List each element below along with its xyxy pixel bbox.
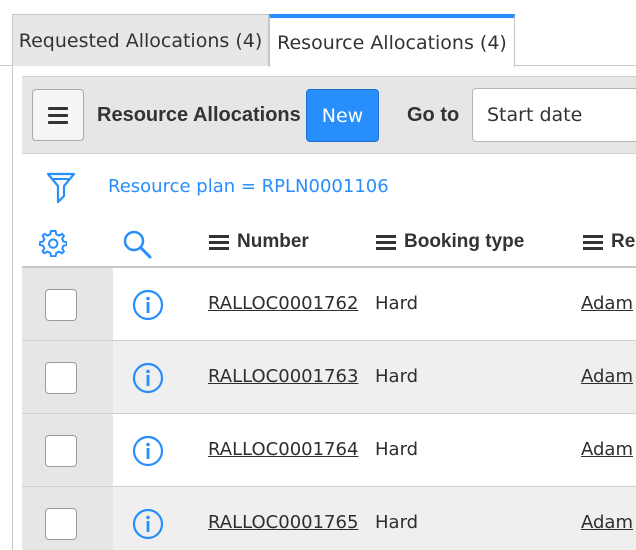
allocation-number-link[interactable]: RALLOC0001764 (208, 414, 358, 486)
new-button[interactable]: New (306, 89, 379, 142)
hamburger-menu-icon (48, 106, 68, 110)
table-body: RALLOC0001762 Hard Adam RALLOC0001763 Ha… (22, 268, 636, 550)
info-icon[interactable] (132, 362, 164, 394)
allocation-number-link[interactable]: RALLOC0001762 (208, 268, 358, 340)
list-title: Resource Allocations (97, 104, 301, 126)
list-menu-button[interactable] (32, 89, 84, 141)
tab-resource-allocations[interactable]: Resource Allocations (4) (269, 14, 515, 67)
table-row: RALLOC0001765 Hard Adam (22, 487, 636, 550)
row-checkbox[interactable] (45, 508, 77, 540)
gear-icon[interactable] (39, 229, 67, 257)
tab-requested-allocations[interactable]: Requested Allocations (4) (12, 14, 269, 66)
resource-link[interactable]: Adam (581, 268, 633, 340)
search-icon[interactable] (122, 229, 152, 259)
column-header-number[interactable]: Number (209, 216, 309, 268)
resource-link[interactable]: Adam (581, 414, 633, 486)
column-menu-icon[interactable] (209, 234, 229, 250)
column-header-booking-type[interactable]: Booking type (376, 216, 524, 268)
goto-select[interactable]: Start date (472, 88, 636, 142)
list-panel: Resource Allocations New Go to Start dat… (12, 66, 636, 550)
info-icon[interactable] (132, 289, 164, 321)
info-icon[interactable] (132, 508, 164, 540)
column-menu-icon[interactable] (376, 234, 396, 250)
booking-type-cell: Hard (375, 366, 419, 387)
tab-bar: Requested Allocations (4) Resource Alloc… (0, 0, 636, 67)
column-header-label: Re (611, 231, 636, 252)
tab-label: Requested Allocations (4) (18, 29, 263, 52)
column-header-label: Booking type (404, 231, 525, 252)
row-checkbox[interactable] (45, 435, 77, 467)
list-toolbar: Resource Allocations New Go to Start dat… (22, 76, 636, 154)
booking-type-cell: Hard (375, 439, 419, 460)
column-header-resource[interactable]: Re (583, 216, 635, 268)
filter-breadcrumb[interactable]: Resource plan = RPLN0001106 (108, 176, 389, 197)
allocation-number-link[interactable]: RALLOC0001765 (208, 487, 358, 550)
table-header: Number Booking type Re (22, 216, 636, 268)
table-row: RALLOC0001764 Hard Adam (22, 414, 636, 487)
booking-type-cell: Hard (375, 512, 419, 533)
allocation-number-link[interactable]: RALLOC0001763 (208, 341, 358, 413)
row-checkbox[interactable] (45, 289, 77, 321)
info-icon[interactable] (132, 435, 164, 467)
goto-label: Go to (407, 104, 460, 126)
table-row: RALLOC0001762 Hard Adam (22, 268, 636, 341)
booking-type-cell: Hard (375, 293, 419, 314)
tab-label: Resource Allocations (4) (277, 31, 507, 54)
table-row: RALLOC0001763 Hard Adam (22, 341, 636, 414)
column-menu-icon[interactable] (583, 234, 603, 250)
resource-link[interactable]: Adam (581, 341, 633, 413)
resource-link[interactable]: Adam (581, 487, 633, 550)
row-checkbox[interactable] (45, 362, 77, 394)
column-header-label: Number (237, 231, 309, 252)
funnel-icon[interactable] (46, 170, 76, 206)
